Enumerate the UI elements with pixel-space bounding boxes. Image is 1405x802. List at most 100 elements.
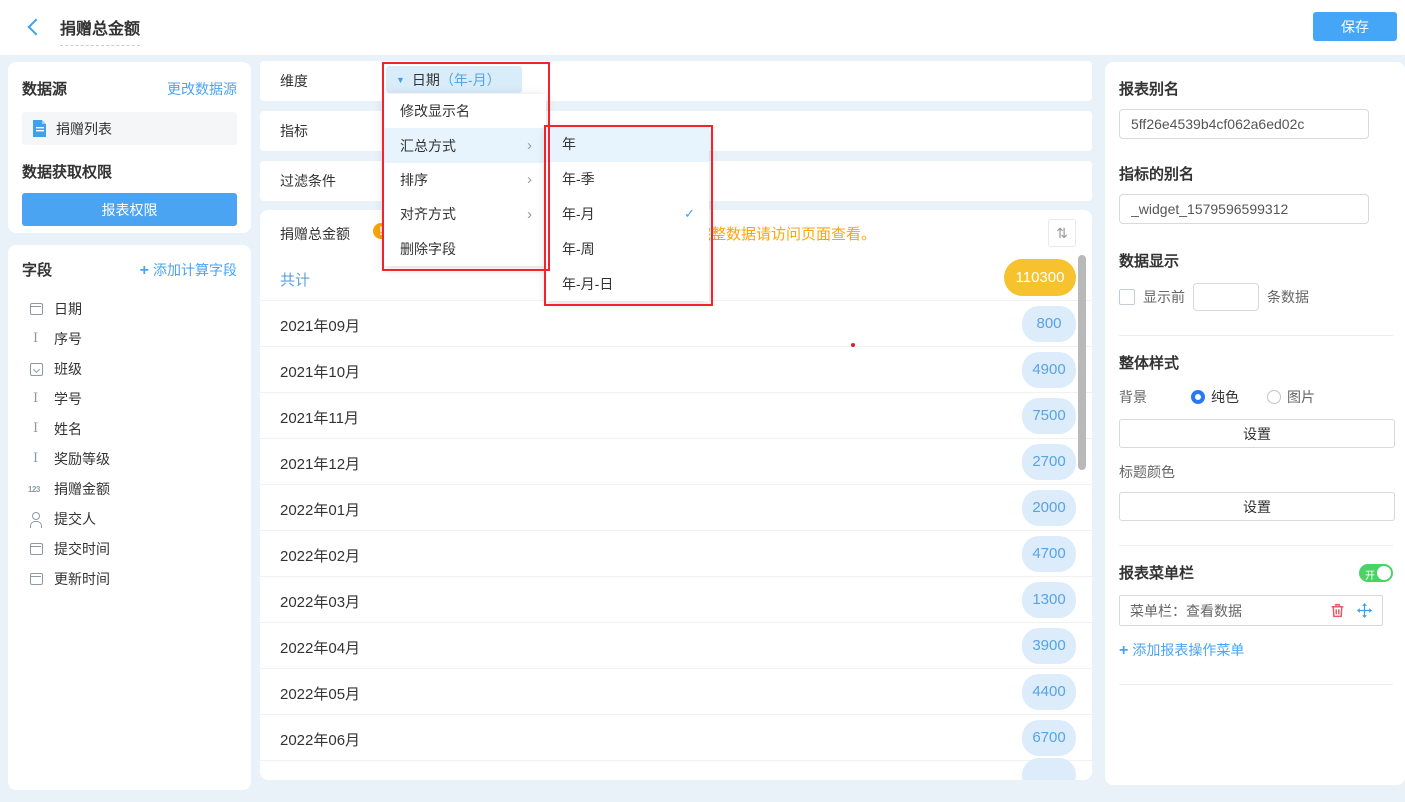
display-limit-prefix: 显示前 bbox=[1143, 287, 1185, 307]
field-type-icon bbox=[28, 331, 44, 347]
table-scrollbar[interactable] bbox=[1078, 255, 1086, 470]
title-color-label: 标题颜色 bbox=[1119, 462, 1393, 482]
permission-title: 数据获取权限 bbox=[22, 161, 237, 182]
menu-item[interactable]: 汇总方式 bbox=[384, 128, 546, 162]
add-calc-field-link[interactable]: 添加计算字段 bbox=[140, 260, 237, 280]
report-alias-input[interactable] bbox=[1119, 109, 1369, 139]
row-value-badge: 800 bbox=[1022, 306, 1076, 342]
row-month: 2021年10月 bbox=[280, 361, 360, 382]
submenu-arrow-icon bbox=[527, 171, 532, 188]
menu-item[interactable]: 删除字段 bbox=[384, 232, 546, 266]
field-label: 更新时间 bbox=[54, 569, 110, 589]
preview-notice: 完整数据请访问页面查看。 bbox=[696, 223, 876, 244]
toggle-knob bbox=[1377, 566, 1391, 580]
image-label[interactable]: 图片 bbox=[1287, 387, 1315, 407]
plus-icon bbox=[140, 262, 153, 278]
row-value-badge: 3900 bbox=[1022, 628, 1076, 664]
back-icon[interactable] bbox=[28, 19, 45, 36]
field-item[interactable]: 日期 bbox=[8, 294, 251, 324]
field-type-icon bbox=[28, 571, 44, 587]
fields-title: 字段 bbox=[22, 259, 52, 280]
menu-item[interactable]: 排序 bbox=[384, 163, 546, 197]
menu-bar-head: 报表菜单栏 开 bbox=[1119, 562, 1393, 583]
submenu-item[interactable]: 年-周 bbox=[546, 231, 709, 266]
menu-bar-toggle[interactable]: 开 bbox=[1359, 564, 1393, 582]
field-item[interactable]: 提交时间 bbox=[8, 534, 251, 564]
field-type-icon bbox=[28, 541, 44, 557]
table-row: 2021年09月 800 bbox=[260, 301, 1092, 347]
divider bbox=[1119, 335, 1393, 336]
sort-button[interactable] bbox=[1048, 219, 1076, 247]
row-month: 2022年01月 bbox=[280, 499, 360, 520]
datasource-name: 捐赠列表 bbox=[56, 119, 112, 139]
chevron-down-icon bbox=[396, 75, 405, 85]
display-limit-input[interactable] bbox=[1193, 283, 1259, 311]
table-row: 2022年01月 2000 bbox=[260, 485, 1092, 531]
field-item[interactable]: 班级 bbox=[8, 354, 251, 384]
menu-item[interactable]: 对齐方式 bbox=[384, 197, 546, 231]
metric-label: 指标 bbox=[280, 123, 308, 139]
menu-item-label: 对齐方式 bbox=[400, 204, 456, 224]
dimension-label: 维度 bbox=[280, 73, 308, 89]
datasource-item[interactable]: 捐赠列表 bbox=[22, 112, 237, 145]
divider bbox=[1119, 684, 1393, 685]
display-limit-checkbox[interactable] bbox=[1119, 289, 1135, 305]
chip-field-detail: （年-月） bbox=[440, 70, 501, 90]
field-item[interactable]: 捐赠金额 bbox=[8, 474, 251, 504]
move-menu-item-handle[interactable] bbox=[1357, 603, 1372, 618]
chip-field-name: 日期 bbox=[412, 70, 440, 90]
table-row: 2022年05月 4400 bbox=[260, 669, 1092, 715]
solid-color-radio[interactable] bbox=[1191, 390, 1205, 404]
background-settings-button[interactable]: 设置 bbox=[1119, 419, 1395, 448]
title-color-settings-button[interactable]: 设置 bbox=[1119, 492, 1395, 521]
field-item[interactable]: 序号 bbox=[8, 324, 251, 354]
field-label: 日期 bbox=[54, 299, 82, 319]
row-month: 2021年11月 bbox=[280, 407, 359, 428]
submenu-item-label: 年-周 bbox=[562, 239, 595, 259]
metric-alias-input[interactable] bbox=[1119, 194, 1369, 224]
field-item[interactable]: 更新时间 bbox=[8, 564, 251, 594]
dimension-field-chip[interactable]: 日期 （年-月） bbox=[386, 66, 522, 93]
table-row: 2022年02月 4700 bbox=[260, 531, 1092, 577]
field-item[interactable]: 学号 bbox=[8, 384, 251, 414]
submenu-item[interactable]: 年-月-日 bbox=[546, 266, 709, 301]
red-dot-marker bbox=[851, 343, 855, 347]
table-row: 2021年12月 2700 bbox=[260, 439, 1092, 485]
image-radio[interactable] bbox=[1267, 390, 1281, 404]
datasource-panel: 数据源 更改数据源 捐赠列表 数据获取权限 报表权限 bbox=[8, 62, 251, 233]
datasource-title: 数据源 bbox=[22, 78, 67, 99]
table-row: 2022年03月 1300 bbox=[260, 577, 1092, 623]
submenu-item[interactable]: 年-月 bbox=[546, 197, 709, 232]
save-button[interactable]: 保存 bbox=[1313, 12, 1397, 41]
total-value-badge: 110300 bbox=[1004, 259, 1076, 296]
row-value-badge: 4900 bbox=[1022, 352, 1076, 388]
menu-bar-item: 菜单栏：查看数据 bbox=[1119, 595, 1383, 626]
change-datasource-link[interactable]: 更改数据源 bbox=[167, 79, 237, 99]
field-label: 姓名 bbox=[54, 419, 82, 439]
submenu-item[interactable]: 年 bbox=[546, 127, 709, 162]
field-item[interactable]: 姓名 bbox=[8, 414, 251, 444]
app-root: 捐赠总金额 保存 数据源 更改数据源 捐赠列表 数据获取权限 报表权限 字段 添… bbox=[0, 0, 1405, 802]
solid-color-label[interactable]: 纯色 bbox=[1211, 387, 1239, 407]
submenu-item[interactable]: 年-季 bbox=[546, 162, 709, 197]
menu-item-label: 修改显示名 bbox=[400, 101, 470, 121]
report-permission-button[interactable]: 报表权限 bbox=[22, 193, 237, 226]
settings-panel: 报表别名 指标的别名 数据显示 显示前 条数据 整体样式 背景 纯色 图片 设置… bbox=[1105, 62, 1405, 785]
menu-item-label: 汇总方式 bbox=[400, 136, 456, 156]
filter-label: 过滤条件 bbox=[280, 173, 336, 189]
row-month: 2022年06月 bbox=[280, 729, 360, 750]
display-limit-suffix: 条数据 bbox=[1267, 287, 1309, 307]
row-value-badge: 2000 bbox=[1022, 490, 1076, 526]
row-value-badge: 1300 bbox=[1022, 582, 1076, 618]
move-icon bbox=[1357, 603, 1372, 618]
overall-style-title: 整体样式 bbox=[1119, 352, 1393, 373]
delete-menu-item-button[interactable] bbox=[1330, 603, 1345, 618]
field-type-icon bbox=[28, 421, 44, 437]
field-list: 日期 序号 班级 学号 姓名 奖励等级 捐赠金额 提交人 bbox=[8, 294, 251, 594]
field-item[interactable]: 提交人 bbox=[8, 504, 251, 534]
field-label: 学号 bbox=[54, 389, 82, 409]
menu-item[interactable]: 修改显示名 bbox=[384, 94, 546, 128]
field-label: 捐赠金额 bbox=[54, 479, 110, 499]
add-report-action-link[interactable]: 添加报表操作菜单 bbox=[1119, 640, 1244, 660]
field-item[interactable]: 奖励等级 bbox=[8, 444, 251, 474]
